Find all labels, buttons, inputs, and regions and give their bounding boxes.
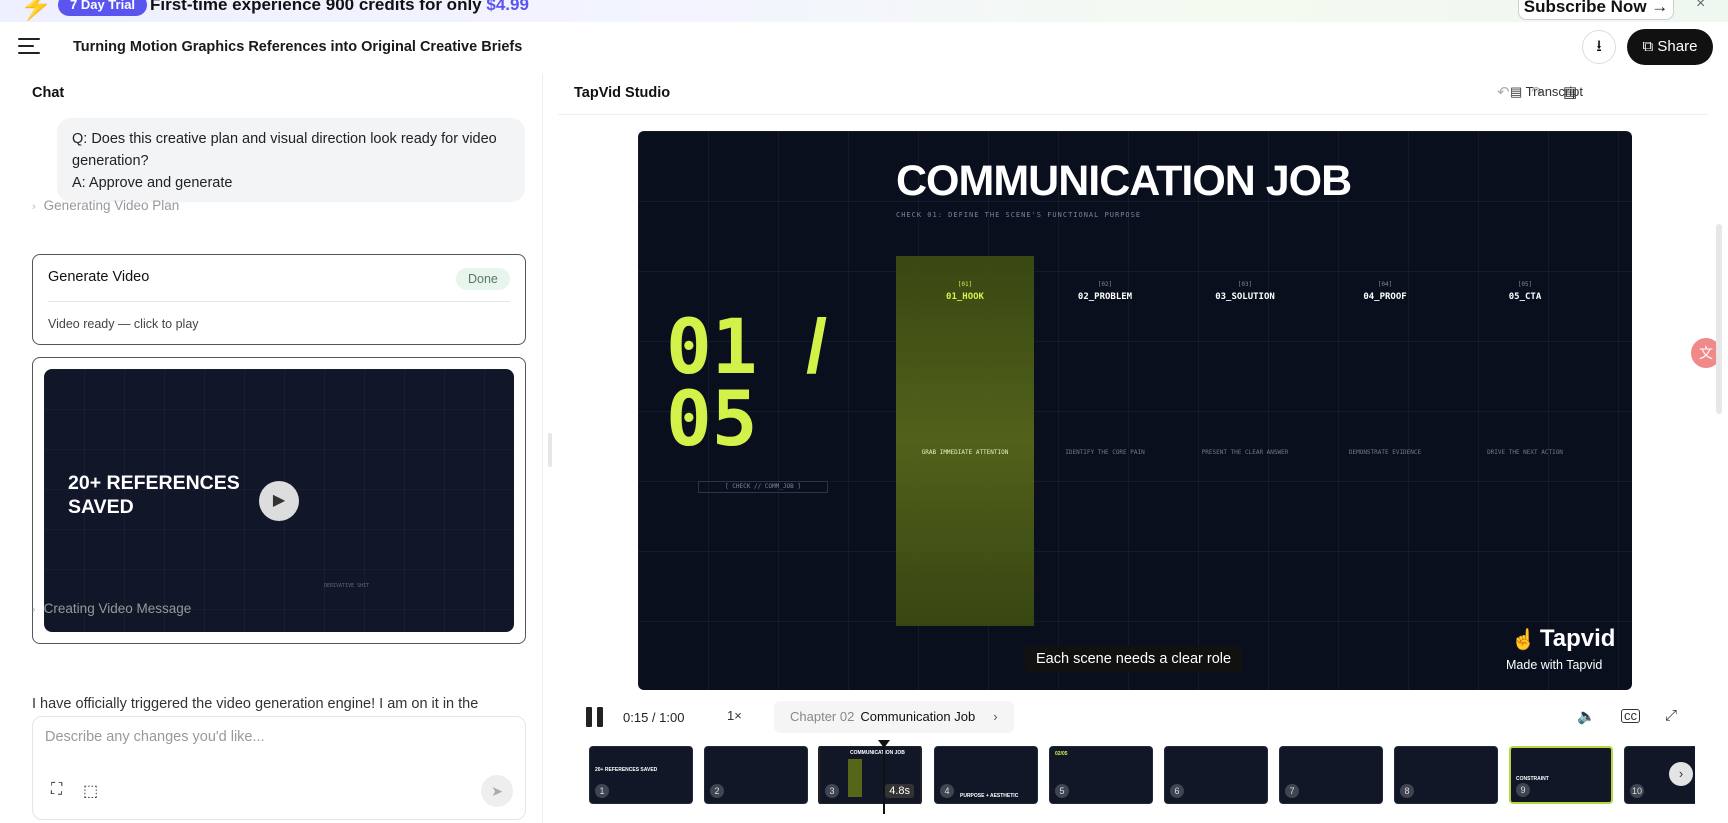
pause-icon[interactable] [586,707,604,727]
share-icon: ⧉ [1642,38,1658,55]
volume-icon[interactable]: 🔈 [1577,707,1596,725]
check-label: [ CHECK // COMM_JOB ] [698,481,828,493]
watermark-text: Made with Tapvid [1506,658,1603,672]
chevron-right-icon: › [993,709,998,724]
promo-banner: ⚡ 7 Day Trial First-time experience 900 … [0,0,1728,22]
assistant-message: I have officially triggered the video ge… [32,696,479,712]
close-icon[interactable]: × [1696,0,1705,13]
column-header: [05] 05_CTA [1508,281,1542,302]
chapter-selector[interactable]: Chapter 02 Communication Job › [774,701,1014,733]
chevron-right-icon: › [32,604,36,616]
hand-pointer-icon: ☝ [1511,629,1536,651]
column-desc: DRIVE THE NEXT ACTION [1487,449,1563,456]
fullscreen-icon[interactable]: ⤢ [1665,707,1677,724]
subtitle-caption: Each scene needs a clear role [1025,646,1243,672]
scene-title: COMMUNICATION JOB [896,157,1352,205]
bubble-answer: A: Approve and generate [72,175,233,191]
scene-thumbnail[interactable]: 2 [704,746,808,804]
bolt-icon: ⚡ [20,0,53,21]
chevron-right-icon: › [32,201,36,213]
column-desc: DEMONSTRATE EVIDENCE [1348,449,1422,456]
panel-divider [542,74,543,823]
scene-counter: 01 05 [666,302,758,463]
scene-thumbnail[interactable]: 8 [1394,746,1498,804]
column-desc: GRAB IMMEDIATE ATTENTION [921,449,1009,456]
chat-panel: Chat Q: Does this creative plan and visu… [14,74,542,823]
divider [558,114,1708,115]
video-thumbnail-text: 20+ REFERENCES SAVED [68,472,240,518]
resize-handle[interactable] [548,433,552,467]
trial-badge: 7 Day Trial [58,0,148,16]
tapvid-logo: ☝ Tapvid [1511,625,1616,652]
column-header: [04] 04_PROOF [1363,281,1407,302]
promo-price: $4.99 [486,0,529,14]
card-subtitle: Video ready — click to play [48,317,199,331]
step-generating-plan[interactable]: › Generating Video Plan [32,198,179,213]
video-thumbnail[interactable]: 20+ REFERENCES SAVED ▶ DERIVATIVE SHIT [44,369,514,632]
video-stage[interactable]: COMMUNICATION JOB CHECK 01: DEFINE THE S… [638,131,1632,690]
column-header: [02] 02_PROBLEM [1077,281,1133,302]
scene-thumbnail[interactable]: 7 [1279,746,1383,804]
speed-button[interactable]: 1× [727,708,742,723]
scene-thumbnail[interactable]: CONSTRAINT 9 [1509,746,1613,804]
column-header: [03] 03_SOLUTION [1215,281,1275,302]
top-header: Turning Motion Graphics References into … [0,22,1728,74]
captions-icon[interactable]: cc [1621,709,1640,723]
chat-title: Chat [32,85,65,101]
column-header: [01] 01_HOOK [946,281,984,302]
undo-icon[interactable]: ↶ [1497,83,1510,101]
scene-counter-slash: / [806,304,828,389]
column-desc: IDENTIFY THE CORE PAIN [1065,449,1145,456]
user-message-bubble: Q: Does this creative plan and visual di… [57,118,525,202]
subscribe-button[interactable]: Subscribe Now → [1518,0,1674,20]
page-title: Turning Motion Graphics References into … [73,39,523,55]
download-button[interactable]: ⭳ [1582,30,1616,64]
playhead-marker[interactable] [878,740,890,814]
send-icon: ➤ [491,783,503,799]
scene-thumbnail-active[interactable]: COMMUNICATION JOB 3 4.8s [818,746,922,804]
duration-badge: 4.8s [885,784,914,798]
generate-video-card[interactable]: Generate Video Done Video ready — click … [32,254,526,345]
transcript-icon: ▤ [1510,84,1526,99]
cursor-select-icon[interactable]: ⬚ [83,781,98,801]
step-creating-message[interactable]: › Creating Video Message [32,601,191,616]
bubble-question: Q: Does this creative plan and visual di… [72,131,497,169]
chevron-right-icon[interactable]: › [1669,762,1693,786]
scene-thumbnail[interactable]: 20+ REFERENCES SAVED 1 [589,746,693,804]
send-button[interactable]: ➤ [481,775,513,807]
time-display: 0:15 / 1:00 [623,710,685,725]
image-edit-icon[interactable]: ⛶ [51,781,62,799]
active-column-highlight [896,256,1034,626]
player-controls: 0:15 / 1:00 1× Chapter 02 Communication J… [574,698,1696,736]
scene-thumbnail[interactable]: 02/05 5 [1049,746,1153,804]
scene-thumbnail[interactable]: 6 [1164,746,1268,804]
input-placeholder[interactable]: Describe any changes you'd like... [45,729,265,745]
play-icon[interactable]: ▶ [259,481,299,521]
scene-thumbnail-strip: 20+ REFERENCES SAVED 1 2 COMMUNICATION JO… [589,746,1695,804]
video-small-text: DERIVATIVE SHIT [324,583,370,589]
column-desc: PRESENT THE CLEAR ANSWER [1201,449,1289,456]
chat-input[interactable]: Describe any changes you'd like... ⛶ ⬚ ➤ [32,716,526,820]
share-button[interactable]: ⧉ Share [1627,29,1713,65]
download-icon: ⭳ [1596,38,1602,55]
card-title: Generate Video [48,269,150,285]
scene-thumbnail[interactable]: PURPOSE + AESTHETIC 4 [934,746,1038,804]
promo-text: First-time experience 900 credits for on… [150,0,529,15]
divider [48,301,510,302]
scene-subtitle: CHECK 01: DEFINE THE SCENE'S FUNCTIONAL … [896,211,1142,219]
transcript-button[interactable]: ▤ Transcript [1510,84,1583,100]
scrollbar[interactable] [1716,74,1724,823]
menu-icon[interactable] [18,38,40,58]
studio-title: TapVid Studio [574,85,671,101]
status-badge: Done [456,268,510,290]
